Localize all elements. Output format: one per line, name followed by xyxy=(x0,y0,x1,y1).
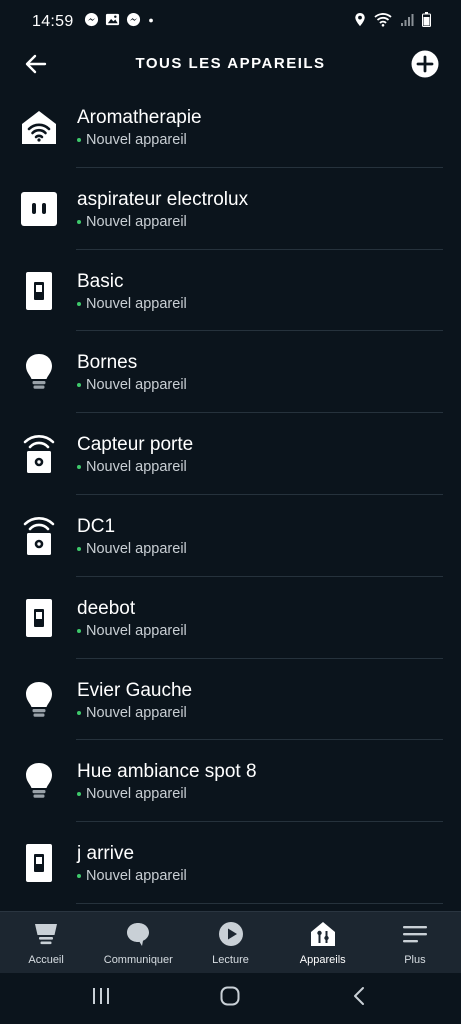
status-left: 14:59 xyxy=(32,12,155,32)
device-status-text: Nouvel appareil xyxy=(86,704,187,721)
chat-bubble-icon xyxy=(127,923,150,946)
bottom-nav: Accueil Communiquer Lecture Appareils Pl… xyxy=(0,911,461,974)
device-name: DC1 xyxy=(77,515,116,537)
device-row[interactable]: deebot Nouvel appareil xyxy=(0,577,461,659)
device-name: Hue ambiance spot 8 xyxy=(77,761,257,783)
device-row[interactable]: Aromatherapie Nouvel appareil xyxy=(0,86,461,168)
page-title: TOUS LES APPAREILS xyxy=(135,55,326,72)
device-name: aspirateur electrolux xyxy=(77,188,249,210)
device-status: Nouvel appareil xyxy=(77,541,187,557)
play-icon xyxy=(218,922,243,946)
device-name: Basic xyxy=(77,270,124,292)
nav-play-label: Lecture xyxy=(212,954,249,966)
nav-devices-label: Appareils xyxy=(299,954,346,966)
device-row[interactable]: Bornes Nouvel appareil xyxy=(0,331,461,414)
device-status: Nouvel appareil xyxy=(77,623,187,639)
battery-icon xyxy=(422,12,431,32)
nav-more[interactable]: Plus xyxy=(369,912,461,974)
sensor-icon xyxy=(18,433,60,475)
device-status-text: Nouvel appareil xyxy=(86,786,187,803)
status-right xyxy=(354,12,431,32)
online-dot xyxy=(77,874,81,879)
device-status: Nouvel appareil xyxy=(77,214,187,230)
online-dot xyxy=(77,138,81,142)
signal-icon xyxy=(400,12,414,32)
nav-devices[interactable]: Appareils xyxy=(277,912,369,974)
system-nav xyxy=(0,973,461,1024)
nav-communicate[interactable]: Communiquer xyxy=(92,912,184,974)
wifi-icon xyxy=(374,12,392,32)
switch-icon xyxy=(18,597,60,639)
devices-icon xyxy=(310,922,335,946)
online-dot xyxy=(77,219,81,224)
nav-home[interactable]: Accueil xyxy=(0,912,92,974)
device-name: Aromatherapie xyxy=(77,107,202,128)
home-button-icon[interactable] xyxy=(219,985,241,1012)
device-status-text: Nouvel appareil xyxy=(86,295,187,312)
device-status-text: Nouvel appareil xyxy=(86,459,187,476)
recent-apps-icon[interactable] xyxy=(90,985,112,1012)
online-dot xyxy=(77,383,81,388)
switch-icon xyxy=(18,270,60,312)
nav-play[interactable]: Lecture xyxy=(184,912,276,974)
gallery-icon xyxy=(105,12,120,32)
device-status-text: Nouvel appareil xyxy=(86,540,187,557)
online-dot xyxy=(77,546,81,551)
header: TOUS LES APPAREILS xyxy=(0,44,461,84)
status-bar: 14:59 xyxy=(0,0,461,44)
device-status-text: Nouvel appareil xyxy=(86,213,187,230)
messenger-icon-2 xyxy=(126,12,141,32)
device-name: deebot xyxy=(77,597,136,619)
device-status: Nouvel appareil xyxy=(77,705,187,721)
online-dot xyxy=(77,628,81,633)
location-icon xyxy=(354,12,366,32)
device-row[interactable]: j arrive Nouvel appareil xyxy=(0,822,461,904)
device-row[interactable]: Basic Nouvel appareil xyxy=(0,250,461,332)
device-status-text: Nouvel appareil xyxy=(86,132,187,148)
bulb-icon xyxy=(18,351,60,393)
online-dot xyxy=(77,792,81,797)
device-list: Aromatherapie Nouvel appareil aspirateur… xyxy=(0,86,461,904)
device-name: Evier Gauche xyxy=(77,679,193,701)
device-status: Nouvel appareil xyxy=(77,868,187,884)
menu-icon xyxy=(402,926,427,943)
device-row[interactable]: Evier Gauche Nouvel appareil xyxy=(0,659,461,741)
device-status: Nouvel appareil xyxy=(77,459,187,475)
device-status: Nouvel appareil xyxy=(77,786,187,802)
online-dot xyxy=(77,465,81,470)
device-status-text: Nouvel appareil xyxy=(86,377,187,394)
divider xyxy=(76,902,443,904)
bulb-icon xyxy=(18,679,60,721)
device-row[interactable]: Hue ambiance spot 8 Nouvel appareil xyxy=(0,740,461,823)
back-button-icon[interactable] xyxy=(349,985,371,1012)
device-status: Nouvel appareil xyxy=(77,377,187,393)
add-device-icon[interactable] xyxy=(410,49,440,79)
messenger-icon xyxy=(84,12,99,32)
online-dot xyxy=(77,301,81,306)
status-time: 14:59 xyxy=(32,13,74,30)
more-notifications-icon xyxy=(147,12,155,32)
device-status: Nouvel appareil xyxy=(77,296,187,312)
device-status-text: Nouvel appareil xyxy=(86,622,187,639)
device-row[interactable]: aspirateur electrolux Nouvel appareil xyxy=(0,168,461,250)
smart-home-icon xyxy=(18,106,60,148)
online-dot xyxy=(77,710,81,715)
home-icon xyxy=(35,924,58,945)
device-status: Nouvel appareil xyxy=(77,132,187,148)
bulb-icon xyxy=(18,760,60,802)
device-row[interactable]: DC1 Nouvel appareil xyxy=(0,495,461,577)
device-status-text: Nouvel appareil xyxy=(86,868,187,885)
device-name: j arrive xyxy=(77,843,135,865)
switch-icon xyxy=(18,842,60,884)
device-row[interactable]: Capteur porte Nouvel appareil xyxy=(0,413,461,495)
nav-home-label: Accueil xyxy=(28,954,64,966)
sensor-icon xyxy=(18,515,60,557)
plug-icon xyxy=(18,188,60,230)
device-name: Bornes xyxy=(77,352,138,374)
nav-more-label: Plus xyxy=(404,954,426,966)
device-name: Capteur porte xyxy=(77,434,194,456)
nav-communicate-label: Communiquer xyxy=(103,954,173,966)
